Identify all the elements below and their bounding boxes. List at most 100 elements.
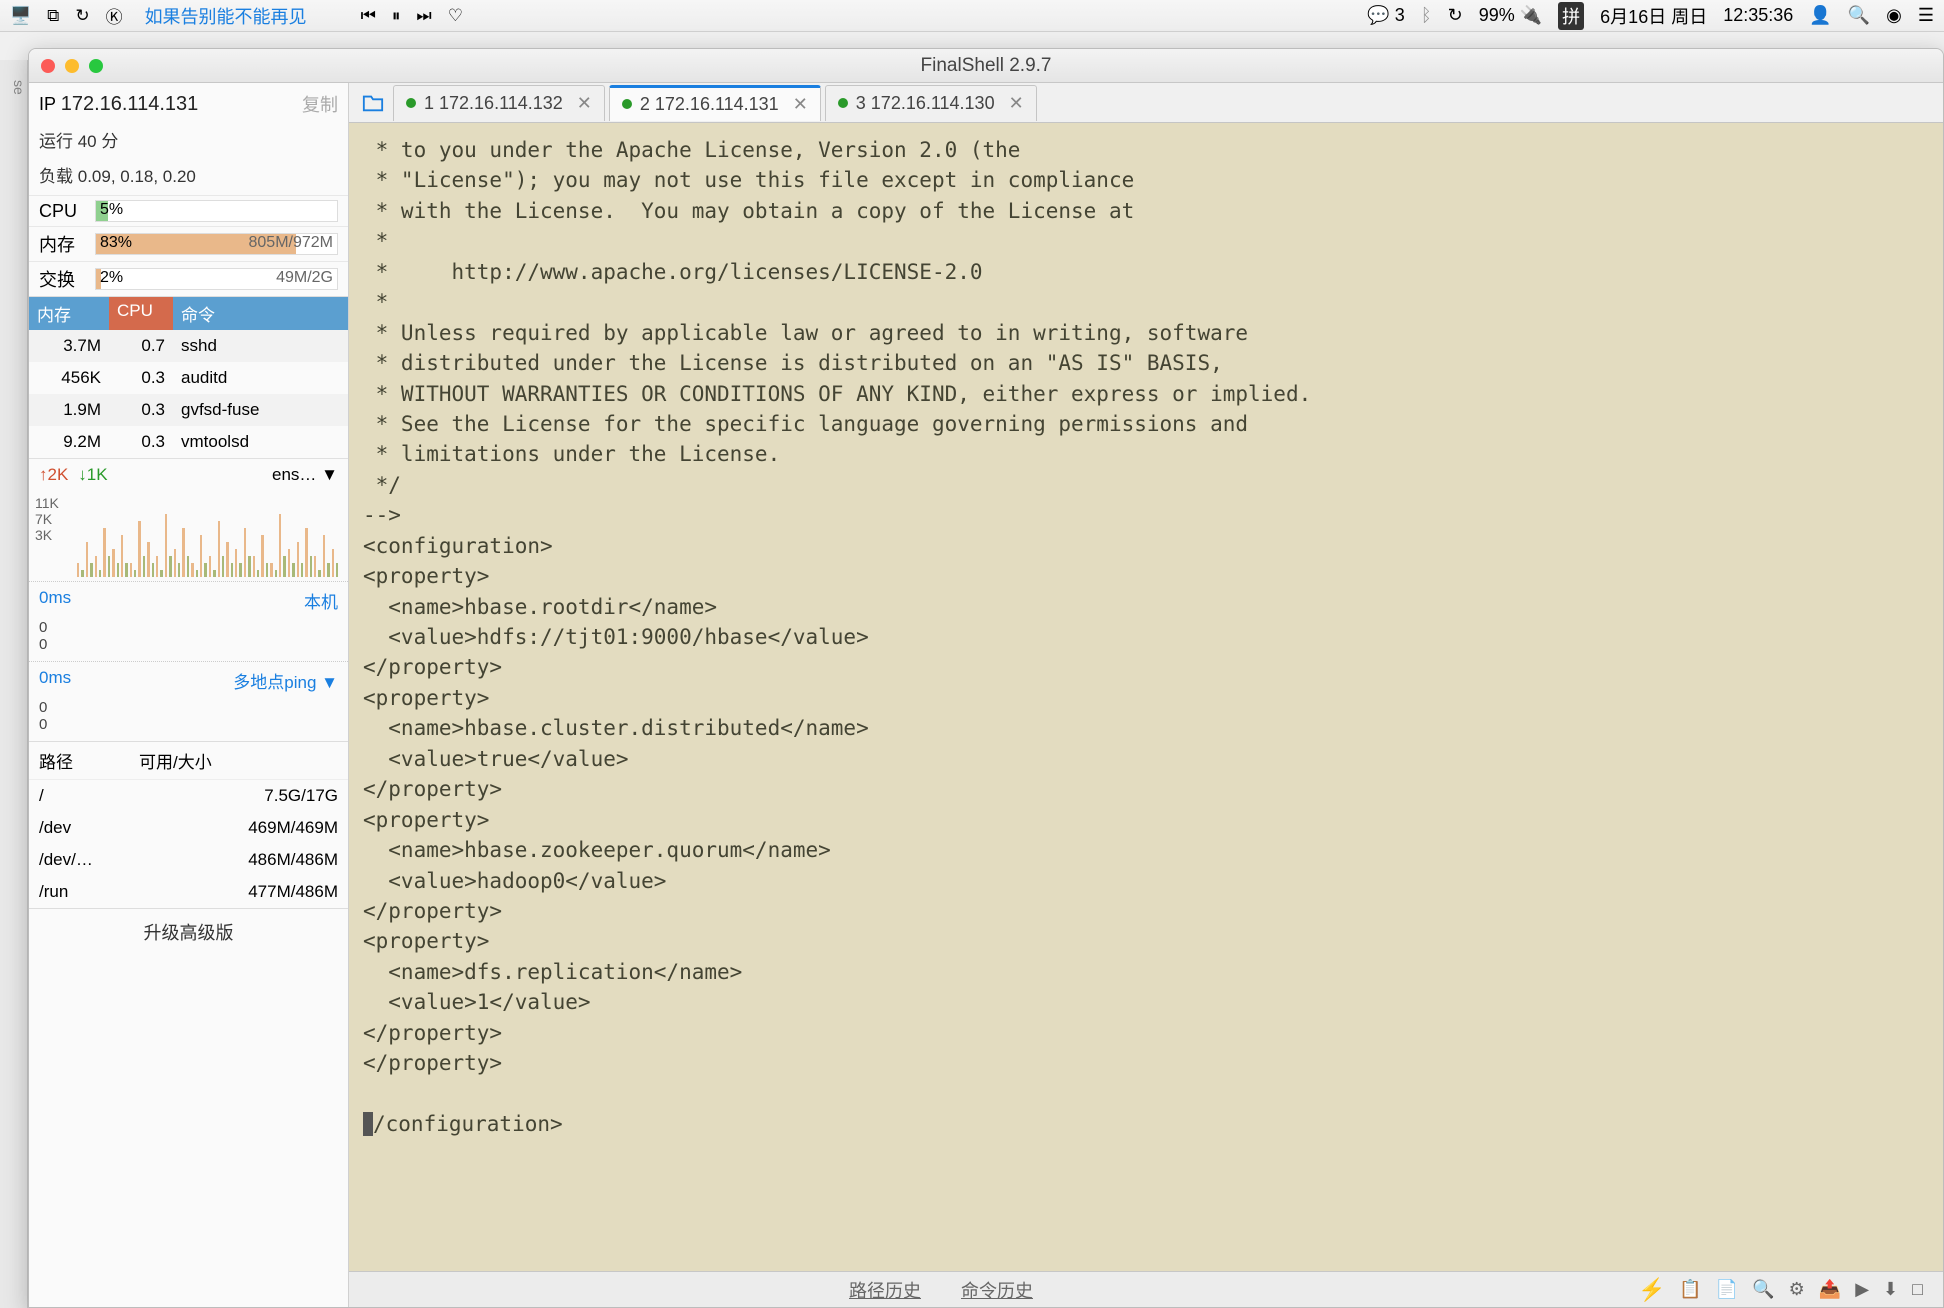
stop-icon[interactable]: □ <box>1912 1279 1923 1300</box>
network-chart: 11K7K3K <box>29 491 348 581</box>
time[interactable]: 12:35:36 <box>1723 5 1793 26</box>
table-row[interactable]: /run477M/486M <box>29 876 348 908</box>
kugou-icon[interactable]: Ⓚ <box>106 3 123 28</box>
user-icon[interactable]: 👤 <box>1809 5 1831 26</box>
prev-track-icon[interactable]: ⏮ <box>361 6 376 26</box>
ime-indicator[interactable]: 拼 <box>1558 2 1584 30</box>
statusbar: 路径历史 命令历史 ⚡ 📋 📄 🔍 ⚙ 📤 ▶ ⬇ □ <box>349 1271 1943 1307</box>
upload-rate: ↑2K <box>39 465 68 485</box>
latency-multi-time: 0ms <box>39 668 71 693</box>
mem-percent: 83% <box>100 234 132 252</box>
close-tab-icon[interactable]: ✕ <box>1009 93 1024 114</box>
left-edge-panel: se <box>0 60 28 1308</box>
date[interactable]: 6月16日 周日 <box>1600 3 1707 29</box>
cmd-history-button[interactable]: 命令历史 <box>961 1277 1033 1303</box>
table-row[interactable]: 456K0.3auditd <box>29 362 348 394</box>
cpu-row: CPU 5% <box>29 195 348 226</box>
close-tab-icon[interactable]: ✕ <box>577 93 592 114</box>
spotlight-icon[interactable]: 🔍 <box>1848 5 1870 26</box>
terminal[interactable]: * to you under the Apache License, Versi… <box>349 123 1943 1271</box>
search-icon[interactable]: 🔍 <box>1752 1279 1774 1300</box>
folder-icon[interactable] <box>357 89 389 117</box>
status-dot-icon <box>406 98 416 108</box>
window-title: FinalShell 2.9.7 <box>921 55 1052 77</box>
proc-header-mem[interactable]: 内存 <box>29 297 109 330</box>
sidebar: IP 172.16.114.131 复制 运行 40 分 负载 0.09, 0.… <box>29 83 349 1307</box>
swap-percent: 2% <box>100 269 123 287</box>
download-rate: ↓1K <box>78 465 107 485</box>
tab-2[interactable]: 2 172.16.114.131✕ <box>609 85 821 121</box>
uptime: 运行 40 分 <box>29 125 348 160</box>
disk-header-size[interactable]: 可用/大小 <box>139 748 212 773</box>
bluetooth-icon[interactable]: ᛒ <box>1421 5 1432 26</box>
latency-local-time: 0ms <box>39 588 71 613</box>
heart-icon[interactable]: ♡ <box>448 6 463 26</box>
refresh-icon[interactable]: ↻ <box>75 6 89 26</box>
copy-button[interactable]: 复制 <box>302 91 338 117</box>
tab-3[interactable]: 3 172.16.114.130✕ <box>825 85 1037 121</box>
download-icon[interactable]: ⬇ <box>1883 1279 1898 1300</box>
play-icon[interactable]: ▶ <box>1855 1279 1869 1300</box>
disk-table: 路径 可用/大小 /7.5G/17G/dev469M/469M/dev/…486… <box>29 741 348 908</box>
table-row[interactable]: /dev469M/469M <box>29 812 348 844</box>
terminal-content: * to you under the Apache License, Versi… <box>363 138 1311 1075</box>
table-row[interactable]: /dev/…486M/486M <box>29 844 348 876</box>
settings-icon[interactable]: ⚙ <box>1789 1279 1805 1300</box>
next-track-icon[interactable]: ⏭ <box>416 6 431 26</box>
lightning-icon[interactable]: ⚡ <box>1638 1277 1665 1303</box>
cpu-percent: 5% <box>100 201 123 219</box>
mem-row: 内存 83% 805M/972M <box>29 226 348 261</box>
disk-header-path[interactable]: 路径 <box>39 748 139 773</box>
path-history-button[interactable]: 路径历史 <box>849 1277 921 1303</box>
battery-status[interactable]: 99% 🔌 <box>1479 5 1542 26</box>
copy-icon[interactable]: 📋 <box>1679 1279 1701 1300</box>
table-row[interactable]: 9.2M0.3vmtoolsd <box>29 426 348 458</box>
time-machine-icon[interactable]: ↻ <box>1448 5 1463 26</box>
maximize-button[interactable] <box>89 59 103 73</box>
upgrade-button[interactable]: 升级高级版 <box>29 908 348 955</box>
main-panel: 1 172.16.114.132✕2 172.16.114.131✕3 172.… <box>349 83 1943 1307</box>
table-row[interactable]: 3.7M0.7sshd <box>29 330 348 362</box>
load-label: 负载 <box>39 167 73 186</box>
now-playing[interactable]: 如果告别能不能再见 <box>145 3 307 29</box>
paste-icon[interactable]: 📄 <box>1716 1279 1738 1300</box>
network-stats: ↑2K ↓1K ens… ▼ <box>29 458 348 491</box>
siri-icon[interactable]: ◉ <box>1886 5 1902 26</box>
monitor-icon[interactable]: 🖥️ <box>10 6 31 26</box>
ip-value: 172.16.114.131 <box>61 93 199 115</box>
proc-header-cmd[interactable]: 命令 <box>173 297 348 330</box>
cpu-label: CPU <box>39 201 87 222</box>
tab-1[interactable]: 1 172.16.114.132✕ <box>393 85 605 121</box>
mem-label: 内存 <box>39 231 87 257</box>
minimize-button[interactable] <box>65 59 79 73</box>
process-table: 内存 CPU 命令 3.7M0.7sshd456K0.3auditd1.9M0.… <box>29 296 348 458</box>
finalshell-window: FinalShell 2.9.7 IP 172.16.114.131 复制 运行… <box>28 48 1944 1308</box>
export-icon[interactable]: 📤 <box>1819 1279 1841 1300</box>
load-value: 0.09, 0.18, 0.20 <box>78 167 196 186</box>
table-row[interactable]: /7.5G/17G <box>29 780 348 812</box>
latency-multi-label[interactable]: 多地点ping ▼ <box>233 668 338 693</box>
tabs-bar: 1 172.16.114.132✕2 172.16.114.131✕3 172.… <box>349 83 1943 123</box>
status-dot-icon <box>838 98 848 108</box>
proc-header-cpu[interactable]: CPU <box>109 297 173 330</box>
table-row[interactable]: 1.9M0.3gvfsd-fuse <box>29 394 348 426</box>
iface-select[interactable]: ens… ▼ <box>272 465 338 485</box>
close-tab-icon[interactable]: ✕ <box>793 94 808 115</box>
notifications-icon[interactable]: ☰ <box>1918 5 1934 26</box>
macos-menubar: 🖥️ ⧉ ↻ Ⓚ 如果告别能不能再见 ⏮ ⏸ ⏭ ♡ 💬 3 ᛒ ↻ 99% 🔌… <box>0 0 1944 32</box>
status-dot-icon <box>622 99 632 109</box>
latency-local-label[interactable]: 本机 <box>304 588 338 613</box>
pause-icon[interactable]: ⏸ <box>392 6 401 26</box>
swap-detail: 49M/2G <box>276 269 333 287</box>
close-button[interactable] <box>41 59 55 73</box>
media-controls: ⏮ ⏸ ⏭ ♡ <box>361 6 463 26</box>
swap-row: 交换 2%49M/2G <box>29 261 348 296</box>
window-controls <box>41 59 103 73</box>
wechat-icon[interactable]: 💬 3 <box>1367 5 1404 26</box>
titlebar[interactable]: FinalShell 2.9.7 <box>29 49 1943 83</box>
duplicate-icon[interactable]: ⧉ <box>47 6 59 26</box>
ip-label: IP <box>39 94 56 114</box>
latency-local: 0ms 本机 <box>29 581 348 619</box>
mem-detail: 805M/972M <box>249 234 334 252</box>
cursor <box>363 1112 373 1136</box>
